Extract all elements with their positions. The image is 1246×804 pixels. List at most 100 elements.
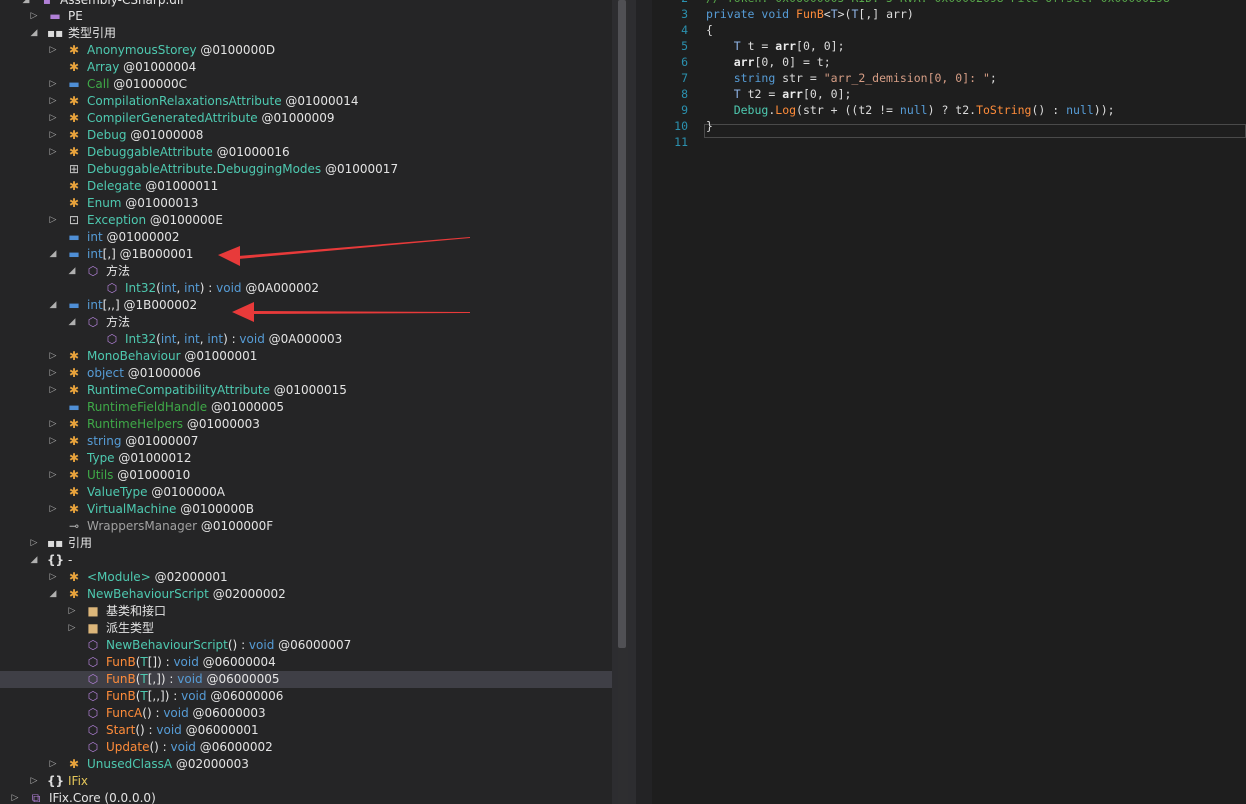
expander-arrow-icon[interactable]: ◢ <box>48 586 58 603</box>
expander-arrow-icon[interactable]: ▷ <box>48 501 58 518</box>
expander-arrow-icon[interactable]: ▷ <box>48 348 58 365</box>
tree-node[interactable]: ✱ ValueType @0100000A <box>0 484 612 501</box>
label-token: void <box>177 672 203 686</box>
code-text: arr[0, 0] = t; <box>706 54 831 70</box>
tree-node[interactable]: ▷ ✱ DebuggableAttribute @01000016 <box>0 144 612 161</box>
expander-arrow-icon[interactable]: ▷ <box>29 8 39 25</box>
tree-node[interactable]: ✱ Array @01000004 <box>0 59 612 76</box>
expander-arrow-icon[interactable]: ▷ <box>29 535 39 552</box>
tree-node[interactable]: ◢ ✱ NewBehaviourScript @02000002 <box>0 586 612 603</box>
tree-node[interactable]: ▷ ▬ PE <box>0 8 612 25</box>
label-token: @0A000002 <box>241 281 319 295</box>
expander-arrow-icon[interactable]: ▷ <box>48 467 58 484</box>
label-token: NewBehaviourScript <box>87 587 209 601</box>
expander-arrow-icon[interactable]: ▷ <box>48 144 58 161</box>
label-token: () <box>149 740 159 754</box>
expander-arrow-icon[interactable]: ◢ <box>29 25 39 42</box>
tree-node[interactable]: ⬡ FunB(T[,,]) : void @06000006 <box>0 688 612 705</box>
expander-arrow-icon[interactable]: ◢ <box>67 314 77 331</box>
tree-node[interactable]: ⊞ DebuggableAttribute.DebuggingModes @010… <box>0 161 612 178</box>
code-token: arr <box>733 55 755 69</box>
tree-node[interactable]: ▬ RuntimeFieldHandle @01000005 <box>0 399 612 416</box>
tree-node[interactable]: ⊸ WrappersManager @0100000F <box>0 518 612 535</box>
expander-arrow-icon[interactable]: ▷ <box>10 790 20 804</box>
node-icon: ▪▪ <box>47 26 64 40</box>
assembly-explorer-tree[interactable]: ◢ ▪ Assembly-CSharp.dll ▷ ▬ PE ◢ ▪▪ 类型引用 ▷ ✱ Anonym… <box>0 0 612 804</box>
tree-node[interactable]: ◢ ▬ int[,,] @1B000002 <box>0 297 612 314</box>
label-token: @01000010 <box>113 468 191 482</box>
tree-node[interactable]: ▷ ✱ object @01000006 <box>0 365 612 382</box>
code-token: [0, 0]; <box>802 87 852 101</box>
node-icon: ⬡ <box>106 281 118 295</box>
node-label: NewBehaviourScript @02000002 <box>87 586 286 603</box>
tree-node[interactable]: ◢ ⬡ 方法 <box>0 263 612 280</box>
tree-node[interactable]: ▷ ⧉ IFix.Core (0.0.0.0) <box>0 790 612 804</box>
code-token: { <box>706 23 713 37</box>
tree-node[interactable]: ✱ Type @01000012 <box>0 450 612 467</box>
node-icon: ⊡ <box>68 213 80 227</box>
code-token: } <box>706 119 713 133</box>
expander-arrow-icon[interactable]: ▷ <box>48 93 58 110</box>
tree-node[interactable]: ▷ ✱ RuntimeCompatibilityAttribute @0100001… <box>0 382 612 399</box>
expander-arrow-icon[interactable]: ▷ <box>48 416 58 433</box>
tree-node[interactable]: ▷ ⊡ Exception @0100000E <box>0 212 612 229</box>
node-label: CompilationRelaxationsAttribute @0100001… <box>87 93 359 110</box>
tree-node[interactable]: ▬ int @01000002 <box>0 229 612 246</box>
tree-node[interactable]: ✱ Enum @01000013 <box>0 195 612 212</box>
tree-node[interactable]: ▷ ✱ string @01000007 <box>0 433 612 450</box>
tree-node[interactable]: ▷ ▪▪ 引用 <box>0 535 612 552</box>
label-token: 派生类型 <box>106 621 155 635</box>
expander-arrow-icon[interactable]: ▷ <box>48 433 58 450</box>
expander-arrow-icon[interactable]: ▷ <box>48 382 58 399</box>
expander-arrow-icon[interactable]: ▷ <box>48 569 58 586</box>
tree-node[interactable]: ⬡ Update() : void @06000002 <box>0 739 612 756</box>
tree-node[interactable]: ⬡ Start() : void @06000001 <box>0 722 612 739</box>
expander-arrow-icon[interactable]: ◢ <box>48 297 58 314</box>
tree-node[interactable]: ▷ ■ 派生类型 <box>0 620 612 637</box>
expander-arrow-icon[interactable]: ▷ <box>48 42 58 59</box>
label-token: : <box>169 689 182 703</box>
tree-node[interactable]: ▷ ✱ CompilationRelaxationsAttribute @01000… <box>0 93 612 110</box>
expander-arrow-icon[interactable]: ▷ <box>48 76 58 93</box>
tree-node[interactable]: ◢ ▬ int[,] @1B000001 <box>0 246 612 263</box>
expander-arrow-icon[interactable]: ▷ <box>48 756 58 773</box>
expander-arrow-icon[interactable]: ▷ <box>67 620 77 637</box>
tree-node[interactable]: ⬡ FunB(T[,]) : void @06000005 <box>0 671 612 688</box>
tree-node[interactable]: ▷ ✱ UnusedClassA @02000003 <box>0 756 612 773</box>
expander-arrow-icon[interactable]: ▷ <box>29 773 39 790</box>
tree-node[interactable]: ▷ ✱ MonoBehaviour @01000001 <box>0 348 612 365</box>
tree-node[interactable]: ⬡ NewBehaviourScript() : void @06000007 <box>0 637 612 654</box>
expander-arrow-icon[interactable]: ▷ <box>48 365 58 382</box>
tree-node[interactable]: ◢ ▪▪ 类型引用 <box>0 25 612 42</box>
expander-arrow-icon[interactable]: ▷ <box>48 127 58 144</box>
node-label: DebuggableAttribute.DebuggingModes @0100… <box>87 161 398 178</box>
tree-scrollbar-thumb[interactable] <box>618 0 626 648</box>
expander-arrow-icon[interactable]: ▷ <box>48 110 58 127</box>
label-token: T <box>140 689 148 703</box>
tree-node[interactable]: ▷ ✱ RuntimeHelpers @01000003 <box>0 416 612 433</box>
tree-node[interactable]: ▷ ✱ VirtualMachine @0100000B <box>0 501 612 518</box>
tree-node[interactable]: ▷ {} IFix <box>0 773 612 790</box>
tree-node[interactable]: ▷ ✱ Debug @01000008 <box>0 127 612 144</box>
expander-arrow-icon[interactable]: ▷ <box>48 212 58 229</box>
tree-node[interactable]: ⬡ Int32(int, int) : void @0A000002 <box>0 280 612 297</box>
expander-arrow-icon[interactable]: ◢ <box>48 246 58 263</box>
expander-arrow-icon[interactable]: ◢ <box>67 263 77 280</box>
label-token: : <box>227 332 240 346</box>
tree-node[interactable]: ▷ ▬ Call @0100000C <box>0 76 612 93</box>
tree-node[interactable]: ◢ {} - <box>0 552 612 569</box>
tree-node[interactable]: ◢ ⬡ 方法 <box>0 314 612 331</box>
tree-node[interactable]: ▷ ✱ <Module> @02000001 <box>0 569 612 586</box>
node-icon: ⬡ <box>87 638 99 652</box>
tree-node[interactable]: ▷ ✱ AnonymousStorey @0100000D <box>0 42 612 59</box>
tree-node[interactable]: ⬡ FunB(T[]) : void @06000004 <box>0 654 612 671</box>
expander-arrow-icon[interactable]: ◢ <box>29 552 39 569</box>
expander-arrow-icon[interactable]: ▷ <box>67 603 77 620</box>
tree-node[interactable]: ▷ ■ 基类和接口 <box>0 603 612 620</box>
tree-node[interactable]: ✱ Delegate @01000011 <box>0 178 612 195</box>
tree-node[interactable]: ▷ ✱ Utils @01000010 <box>0 467 612 484</box>
tree-node[interactable]: ⬡ Int32(int, int, int) : void @0A000003 <box>0 331 612 348</box>
decompiled-code-editor[interactable]: 2// Token: 0x06000005 RID: 5 RVA: 0x0000… <box>636 0 1246 804</box>
tree-node[interactable]: ▷ ✱ CompilerGeneratedAttribute @01000009 <box>0 110 612 127</box>
tree-node[interactable]: ⬡ FuncA() : void @06000003 <box>0 705 612 722</box>
